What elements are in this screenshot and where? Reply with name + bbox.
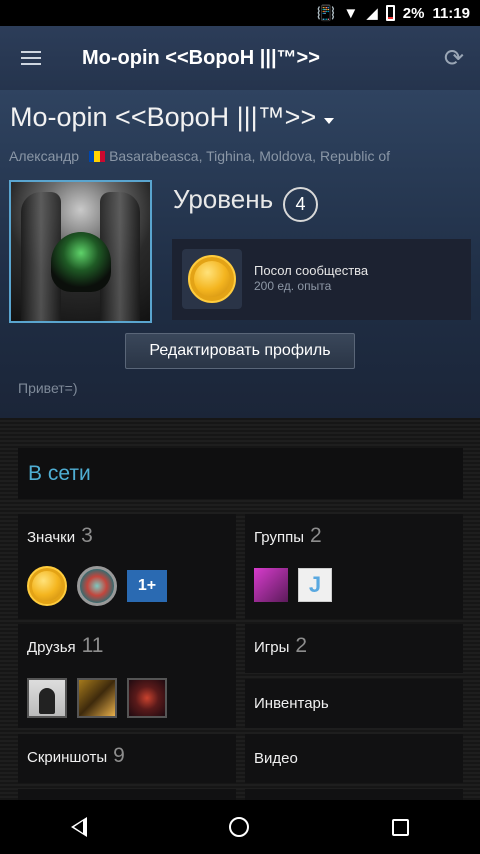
friends-list (27, 678, 167, 718)
badge-image (182, 249, 242, 309)
friends-tile[interactable]: Друзья 11 (18, 624, 236, 728)
online-status: В сети (18, 448, 463, 499)
videos-label: Видео (254, 750, 298, 767)
friend-avatar-1[interactable] (27, 678, 67, 718)
badges-tile[interactable]: Значки 3 1+ (18, 514, 236, 619)
groups-header: Группы 2 (254, 524, 322, 548)
inventory-label: Инвентарь (254, 695, 329, 712)
badge-title: Посол сообщества (254, 263, 369, 278)
level-label: Уровень (173, 184, 274, 214)
profile-header: Mo-opin <<ВороН |||™>> Александр Basarab… (0, 90, 480, 418)
plus-one-badge-icon[interactable]: 1+ (127, 570, 167, 602)
system-nav-bar (0, 800, 480, 854)
avatar[interactable] (9, 180, 152, 323)
inventory-tile[interactable]: Инвентарь (245, 679, 463, 728)
badges-label: Значки (27, 529, 76, 546)
games-label: Игры (254, 639, 290, 656)
friends-label: Друзья (27, 639, 76, 656)
recent-apps-icon[interactable] (391, 818, 409, 836)
battery-percent: 2% (402, 4, 425, 22)
badges-count: 3 (81, 524, 93, 547)
status-bar: 📳 ▼ ◢ 2% 11:19 (0, 0, 480, 26)
next-tile-right[interactable] (245, 789, 463, 800)
screenshots-tile[interactable]: Скриншоты 9 (18, 734, 236, 783)
groups-tile[interactable]: Группы 2 J (245, 514, 463, 619)
vibrate-icon: 📳 (316, 5, 336, 22)
featured-badge[interactable]: Посол сообщества 200 ед. опыта (172, 239, 471, 320)
badge-xp: 200 ед. опыта (254, 279, 332, 293)
wifi-icon: ▼ (343, 4, 359, 22)
profile-summary: Привет=) (18, 380, 78, 396)
back-icon[interactable] (71, 817, 88, 837)
games-tile[interactable]: Игры 2 (245, 624, 463, 673)
globe-badge-icon[interactable] (77, 566, 117, 606)
location-text: Basarabeasca, Tighina, Moldova, Republic… (109, 148, 391, 164)
profile-location: Александр Basarabeasca, Tighina, Moldova… (9, 148, 390, 164)
edit-profile-button[interactable]: Редактировать профиль (125, 333, 355, 369)
refresh-icon[interactable]: ⟳ (444, 44, 464, 73)
app-bar: Mo-opin <<ВороН |||™>> ⟳ (0, 26, 480, 90)
badges-list: 1+ (27, 566, 167, 606)
moldova-flag-icon (89, 150, 106, 162)
app-bar-title: Mo-opin <<ВороН |||™>> (82, 46, 320, 69)
games-header: Игры 2 (254, 634, 307, 658)
dropdown-caret-icon (324, 117, 335, 124)
screenshots-label: Скриншоты (27, 749, 108, 766)
profile-content: В сети Значки 3 1+ Группы 2 J Друзья 11 (0, 418, 480, 800)
screenshots-header: Скриншоты 9 (27, 744, 125, 768)
groups-list: J (254, 568, 332, 602)
badges-header: Значки 3 (27, 524, 93, 548)
videos-tile[interactable]: Видео (245, 734, 463, 783)
profile-name-dropdown[interactable]: Mo-opin <<ВороН |||™>> (10, 102, 335, 133)
home-icon[interactable] (229, 817, 250, 837)
games-count: 2 (295, 634, 308, 657)
clock: 11:19 (432, 4, 470, 22)
hamburger-menu-icon[interactable] (21, 51, 41, 65)
next-tile-left[interactable] (18, 789, 236, 800)
groups-count: 2 (309, 524, 322, 547)
level-badge[interactable]: 4 (283, 187, 318, 222)
group-avatar-1[interactable] (254, 568, 288, 602)
real-name: Александр (9, 148, 80, 164)
friend-avatar-3[interactable] (127, 678, 167, 718)
groups-label: Группы (254, 529, 304, 546)
profile-name: Mo-opin <<ВороН |||™>> (10, 102, 317, 132)
ambassador-coin-icon[interactable] (27, 566, 67, 606)
friends-header: Друзья 11 (27, 634, 103, 658)
ambassador-coin-icon (188, 255, 236, 303)
battery-icon (385, 5, 395, 21)
screenshots-count: 9 (113, 744, 125, 767)
friends-count: 11 (81, 634, 104, 657)
friend-avatar-2[interactable] (77, 678, 117, 718)
group-avatar-2[interactable]: J (298, 568, 332, 602)
signal-icon: ◢ (366, 5, 378, 22)
